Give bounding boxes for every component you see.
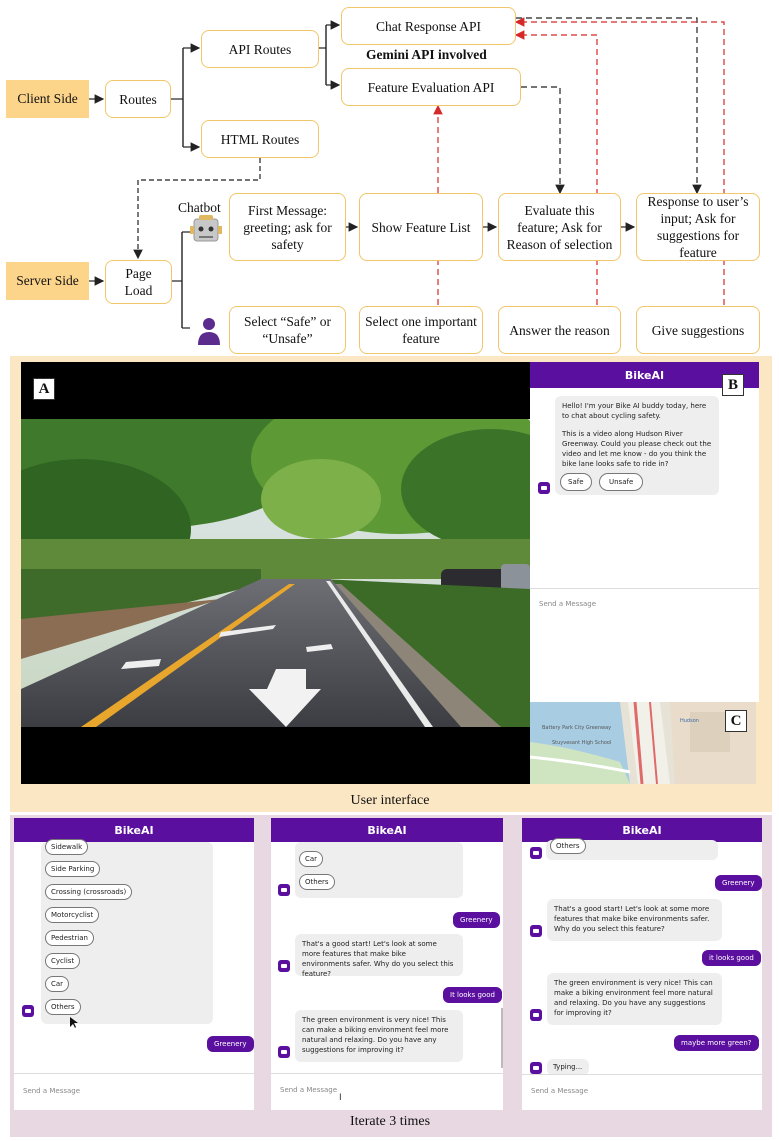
iter1-option-others[interactable]: Others	[45, 999, 81, 1015]
iter3-bot-avatar-icon-3	[530, 1009, 542, 1021]
iter3-bot-message-1: That's a good start! Let's look at some …	[547, 899, 722, 941]
response-input-box: Response to user’s input; Ask for sugges…	[636, 193, 760, 261]
iter3-user-message-1: Greenery	[715, 875, 762, 891]
iterations-caption: Iterate 3 times	[349, 1114, 431, 1129]
iter1-option-car[interactable]: Car	[45, 976, 70, 992]
iter1-option-side-parking[interactable]: Side Parking	[45, 861, 101, 877]
feature-evaluation-api-box: Feature Evaluation API	[341, 68, 521, 106]
message-input[interactable]: Send a Message	[539, 600, 596, 608]
iter2-bot-avatar-icon-2	[278, 960, 290, 972]
iter3-typing-indicator: Typing...	[547, 1059, 589, 1075]
chat-window-iter1: BikeAI Sidewalk Side Parking Crossing (c…	[14, 818, 254, 1110]
server-side-label: Server Side	[6, 262, 89, 300]
mouse-cursor-icon	[70, 1017, 78, 1028]
iter3-option-others[interactable]: Others	[550, 838, 586, 854]
iter2-bot-message-2: The green environment is very nice! This…	[295, 1010, 463, 1062]
chat-window-iter2: BikeAI Car Others Greenery That's a good…	[271, 818, 503, 1110]
iter2-title: BikeAI	[271, 818, 503, 842]
iter3-message-input[interactable]: Send a Message	[531, 1087, 588, 1095]
iter2-option-car[interactable]: Car	[299, 851, 324, 867]
video-player[interactable]: A	[21, 362, 530, 784]
iter2-user-message-2: It looks good	[443, 987, 502, 1003]
map-label-hudson: Hudson	[680, 718, 699, 724]
iter2-user-message-1: Greenery	[453, 912, 500, 928]
iter2-bot-message-1: That's a good start! Let's look at some …	[295, 934, 463, 978]
iter1-user-message: Greenery	[207, 1036, 254, 1052]
give-suggestions-box: Give suggestions	[636, 306, 760, 354]
safe-button[interactable]: Safe	[560, 473, 592, 491]
chatbot-robot-icon	[190, 215, 222, 242]
bike-lane-video-frame	[21, 419, 530, 727]
welcome-text-1: Hello! I'm your Bike AI buddy today, her…	[562, 402, 707, 420]
select-safe-box: Select “Safe” or “Unsafe”	[229, 306, 346, 354]
iter1-bot-avatar-icon	[22, 1005, 34, 1017]
iter1-option-motorcyclist[interactable]: Motorcyclist	[45, 907, 100, 923]
text-cursor-icon: I	[339, 1093, 342, 1103]
iter3-bot-avatar-icon-2	[530, 925, 542, 937]
welcome-text-2: This is a video along Hudson River Green…	[562, 430, 712, 468]
iter3-bot-message-2: The green environment is very nice! This…	[547, 973, 722, 1025]
label-b: B	[722, 374, 744, 396]
map-label-school: Stuyvesant High School	[552, 740, 611, 746]
iter1-option-pedestrian[interactable]: Pedestrian	[45, 930, 94, 946]
answer-reason-box: Answer the reason	[498, 306, 621, 354]
select-feature-box: Select one important feature	[359, 306, 483, 354]
iter1-option-cyclist[interactable]: Cyclist	[45, 953, 81, 969]
client-side-label: Client Side	[6, 80, 89, 118]
page-load-box: Page Load	[105, 260, 172, 304]
bot-avatar-icon	[538, 482, 550, 494]
chatbot-label: Chatbot	[178, 200, 221, 215]
label-c: C	[725, 710, 747, 732]
first-message-box: First Message: greeting; ask for safety	[229, 193, 346, 261]
show-feature-list-box: Show Feature List	[359, 193, 483, 261]
iter2-message-input[interactable]: Send a Message	[280, 1086, 337, 1094]
routes-box: Routes	[105, 80, 171, 118]
user-person-icon	[198, 318, 220, 345]
iter2-option-others[interactable]: Others	[299, 874, 335, 890]
route-map[interactable]: Battery Park City Greenway Stuyvesant Hi…	[530, 702, 756, 784]
map-label-park: Battery Park City Greenway	[542, 725, 611, 731]
iter1-message-input[interactable]: Send a Message	[23, 1087, 80, 1095]
label-a: A	[33, 378, 55, 400]
unsafe-button[interactable]: Unsafe	[599, 473, 644, 491]
evaluate-feature-box: Evaluate this feature; Ask for Reason of…	[498, 193, 621, 261]
iter3-bot-avatar-icon-1	[530, 847, 542, 859]
iter3-user-message-2: it looks good	[702, 950, 761, 966]
iter2-bot-avatar-icon-1	[278, 884, 290, 896]
chat-response-api-box: Chat Response API	[341, 7, 516, 45]
iter2-bot-avatar-icon-3	[278, 1046, 290, 1058]
iter1-option-crossing[interactable]: Crossing (crossroads)	[45, 884, 133, 900]
api-routes-box: API Routes	[201, 30, 319, 68]
gemini-note: Gemini API involved	[366, 47, 487, 62]
iter1-option-sidewalk[interactable]: Sidewalk	[45, 839, 89, 855]
iter3-bot-avatar-icon-4	[530, 1062, 542, 1074]
chat-window-main: BikeAI B Hello! I'm your Bike AI buddy t…	[530, 362, 759, 702]
iter3-user-message-3: maybe more green?	[674, 1035, 759, 1051]
html-routes-box: HTML Routes	[201, 120, 319, 158]
chat-window-iter3: BikeAI Others Greenery That's a good sta…	[522, 818, 762, 1110]
ui-caption: User interface	[350, 793, 430, 808]
